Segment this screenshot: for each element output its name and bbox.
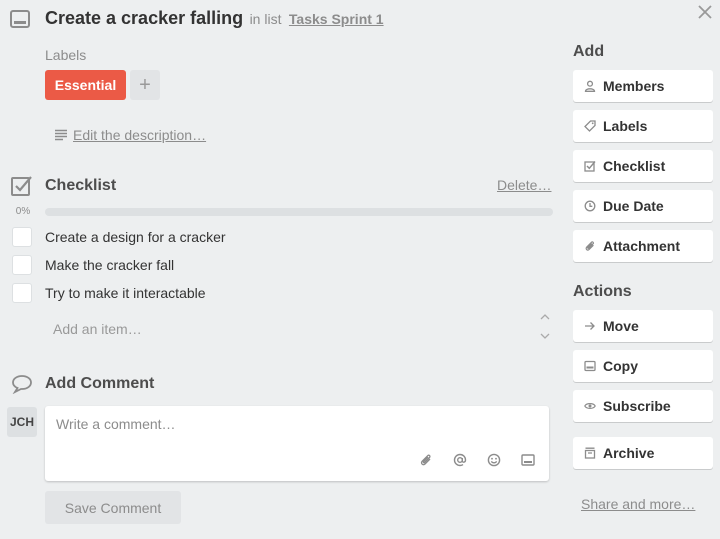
subscribe-button[interactable]: Subscribe (573, 390, 713, 422)
copy-button-label: Copy (603, 358, 638, 374)
scroll-down-icon[interactable] (540, 332, 550, 342)
checklist-item: Try to make it interactable (0, 280, 560, 306)
checklist-item: Make the cracker fall (0, 252, 560, 278)
title-line: Create a cracker falling in list Tasks S… (45, 8, 384, 29)
archive-button[interactable]: Archive (573, 437, 713, 469)
eye-icon (582, 398, 598, 414)
delete-checklist-link[interactable]: Delete… (497, 177, 551, 193)
copy-button[interactable]: Copy (573, 350, 713, 382)
checklist-icon (10, 174, 34, 198)
comment-box (45, 406, 549, 481)
comment-icon (11, 374, 33, 394)
checklist-item-text[interactable]: Make the cracker fall (45, 257, 174, 273)
labels-heading: Labels (45, 47, 87, 63)
checklist-item: Create a design for a cracker (0, 224, 560, 250)
label-essential[interactable]: Essential (45, 70, 126, 100)
checklist-button[interactable]: Checklist (573, 150, 713, 182)
avatar[interactable]: JCH (7, 407, 37, 437)
description-icon (54, 128, 68, 142)
checklist-item-text[interactable]: Create a design for a cracker (45, 229, 226, 245)
attachment-button-label: Attachment (603, 238, 681, 254)
checklist-item-text[interactable]: Try to make it interactable (45, 285, 206, 301)
move-button-label: Move (603, 318, 639, 334)
scroll-up-icon[interactable] (540, 313, 550, 323)
arrow-right-icon (582, 318, 598, 334)
checklist-item-checkbox[interactable] (12, 283, 32, 303)
members-button-label: Members (603, 78, 665, 94)
checkbox-icon (582, 158, 598, 174)
subscribe-button-label: Subscribe (603, 398, 671, 414)
checklist-item-checkbox[interactable] (12, 227, 32, 247)
members-button[interactable]: Members (573, 70, 713, 102)
due-date-button-label: Due Date (603, 198, 664, 214)
close-icon[interactable] (695, 2, 715, 22)
labels-button-label: Labels (603, 118, 648, 134)
progress-bar (45, 208, 553, 216)
add-comment-title: Add Comment (45, 375, 155, 392)
card-icon (10, 9, 30, 29)
mention-icon[interactable] (450, 450, 470, 470)
list-link[interactable]: Tasks Sprint 1 (289, 11, 384, 27)
add-heading: Add (573, 43, 605, 60)
add-label-button[interactable]: + (130, 70, 160, 100)
checklist-button-label: Checklist (603, 158, 666, 174)
share-and-more-link[interactable]: Share and more… (581, 496, 695, 512)
archive-icon (582, 445, 598, 461)
checklist-title: Checklist (45, 177, 117, 194)
card-attach-icon[interactable] (518, 450, 538, 470)
in-list-text: in list (249, 11, 282, 27)
add-item-field (45, 315, 553, 343)
labels-button[interactable]: Labels (573, 110, 713, 142)
card-title[interactable]: Create a cracker falling (45, 8, 243, 28)
card-icon (582, 358, 598, 374)
paperclip-icon[interactable] (416, 450, 436, 470)
clock-icon (582, 198, 598, 214)
tag-icon (582, 118, 598, 134)
comment-input[interactable] (45, 406, 549, 450)
due-date-button[interactable]: Due Date (573, 190, 713, 222)
add-item-input[interactable] (45, 315, 553, 343)
checklist-item-checkbox[interactable] (12, 255, 32, 275)
save-comment-button[interactable]: Save Comment (45, 491, 181, 524)
person-icon (582, 78, 598, 94)
progress-percent: 0% (15, 206, 31, 217)
emoji-icon[interactable] (484, 450, 504, 470)
paperclip-icon (582, 238, 598, 254)
attachment-button[interactable]: Attachment (573, 230, 713, 262)
actions-heading: Actions (573, 283, 632, 300)
archive-button-label: Archive (603, 445, 655, 461)
move-button[interactable]: Move (573, 310, 713, 342)
edit-description-link[interactable]: Edit the description… (73, 127, 206, 143)
